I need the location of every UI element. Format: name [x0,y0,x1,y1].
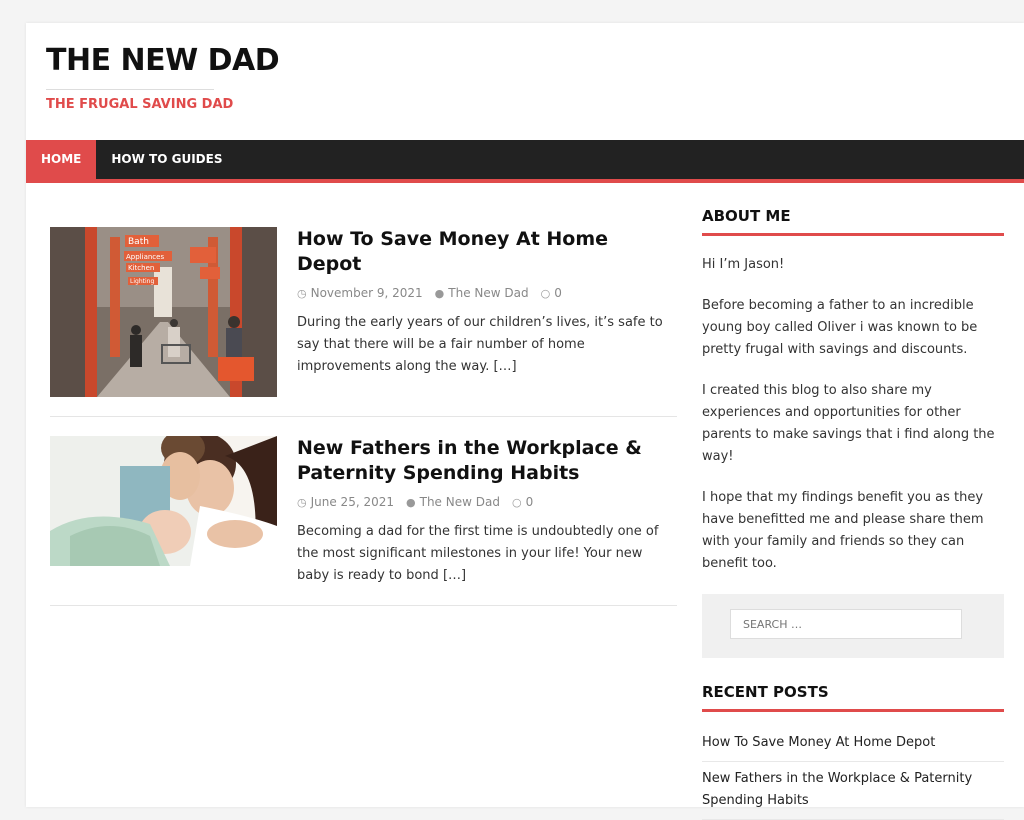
post-excerpt: During the early years of our children’s… [297,312,677,378]
site-title[interactable]: THE NEW DAD [46,43,280,78]
sidebar: ABOUT ME Hi I’m Jason! Before becoming a… [702,207,1004,820]
post-content: How To Save Money At Home Depot ◷ Novemb… [297,227,677,378]
post-date-item: ◷ November 9, 2021 [297,286,423,300]
post-content: New Fathers in the Workplace & Paternity… [297,436,677,587]
site-description: THE FRUGAL SAVING DAD [46,97,234,112]
thumb-sign-lighting: Lighting [130,278,154,285]
recent-posts-widget: RECENT POSTS How To Save Money At Home D… [702,683,1004,820]
post-thumbnail[interactable]: Bath Appliances Kitchen Lighting [50,227,277,397]
clock-icon: ◷ [297,286,307,300]
post-comment-count[interactable]: 0 [554,286,562,300]
recent-post-link[interactable]: New Fathers in the Workplace & Paternity… [702,762,1004,820]
comment-icon: ○ [540,286,551,300]
post-comments-item: ○ 0 [541,286,562,300]
post-author[interactable]: The New Dad [420,495,500,509]
read-more-link[interactable]: […] [493,359,516,374]
post-item: New Fathers in the Workplace & Paternity… [50,436,677,606]
about-paragraph: Before becoming a father to an incredibl… [702,298,978,357]
post-author-item: ● The New Dad [406,495,500,509]
search-widget [702,594,1004,658]
page-container: THE NEW DAD THE FRUGAL SAVING DAD HOME H… [26,23,1024,820]
search-input[interactable] [730,609,962,639]
store-aisle-image: Bath Appliances Kitchen Lighting [50,227,277,397]
recent-posts-title: RECENT POSTS [702,683,1004,712]
user-icon: ● [434,286,445,300]
thumb-sign-bath: Bath [128,237,149,247]
main-navigation: HOME HOW TO GUIDES [26,140,1024,183]
post-comments-item: ○ 0 [512,495,533,509]
post-date[interactable]: November 9, 2021 [311,286,423,300]
thumb-sign-appliances: Appliances [126,253,164,261]
clock-icon: ◷ [297,495,307,509]
about-widget: ABOUT ME Hi I’m Jason! Before becoming a… [702,207,1004,575]
comment-icon: ○ [511,495,522,509]
about-paragraph: I hope that my findings benefit you as t… [702,490,984,571]
user-icon: ● [406,495,416,509]
title-divider [46,89,214,90]
post-author[interactable]: The New Dad [448,286,528,300]
about-paragraph: I created this blog to also share my exp… [702,383,995,464]
post-meta: ◷ November 9, 2021 ● The New Dad ○ 0 [297,286,677,300]
post-date[interactable]: June 25, 2021 [311,495,394,509]
post-meta: ◷ June 25, 2021 ● The New Dad ○ 0 [297,495,677,509]
post-author-item: ● The New Dad [435,286,529,300]
recent-post-link[interactable]: How To Save Money At Home Depot [702,726,1004,762]
post-excerpt: Becoming a dad for the first time is und… [297,521,677,587]
post-thumbnail[interactable] [50,436,277,566]
post-date-item: ◷ June 25, 2021 [297,495,394,509]
post-excerpt-text: During the early years of our children’s… [297,315,663,374]
recent-posts-list: How To Save Money At Home Depot New Fath… [702,726,1004,820]
post-excerpt-text: Becoming a dad for the first time is und… [297,524,659,583]
read-more-link[interactable]: […] [443,568,466,583]
nav-item-home[interactable]: HOME [26,140,97,179]
family-photo-image [50,436,277,566]
post-item: Bath Appliances Kitchen Lighting How To … [50,227,677,417]
about-widget-title: ABOUT ME [702,207,1004,236]
thumb-sign-kitchen: Kitchen [128,264,154,272]
post-title[interactable]: How To Save Money At Home Depot [297,227,677,277]
about-paragraph: Hi I’m Jason! [702,257,785,272]
post-comment-count[interactable]: 0 [526,495,534,509]
nav-item-how-to-guides[interactable]: HOW TO GUIDES [96,140,237,179]
post-title[interactable]: New Fathers in the Workplace & Paternity… [297,436,677,486]
